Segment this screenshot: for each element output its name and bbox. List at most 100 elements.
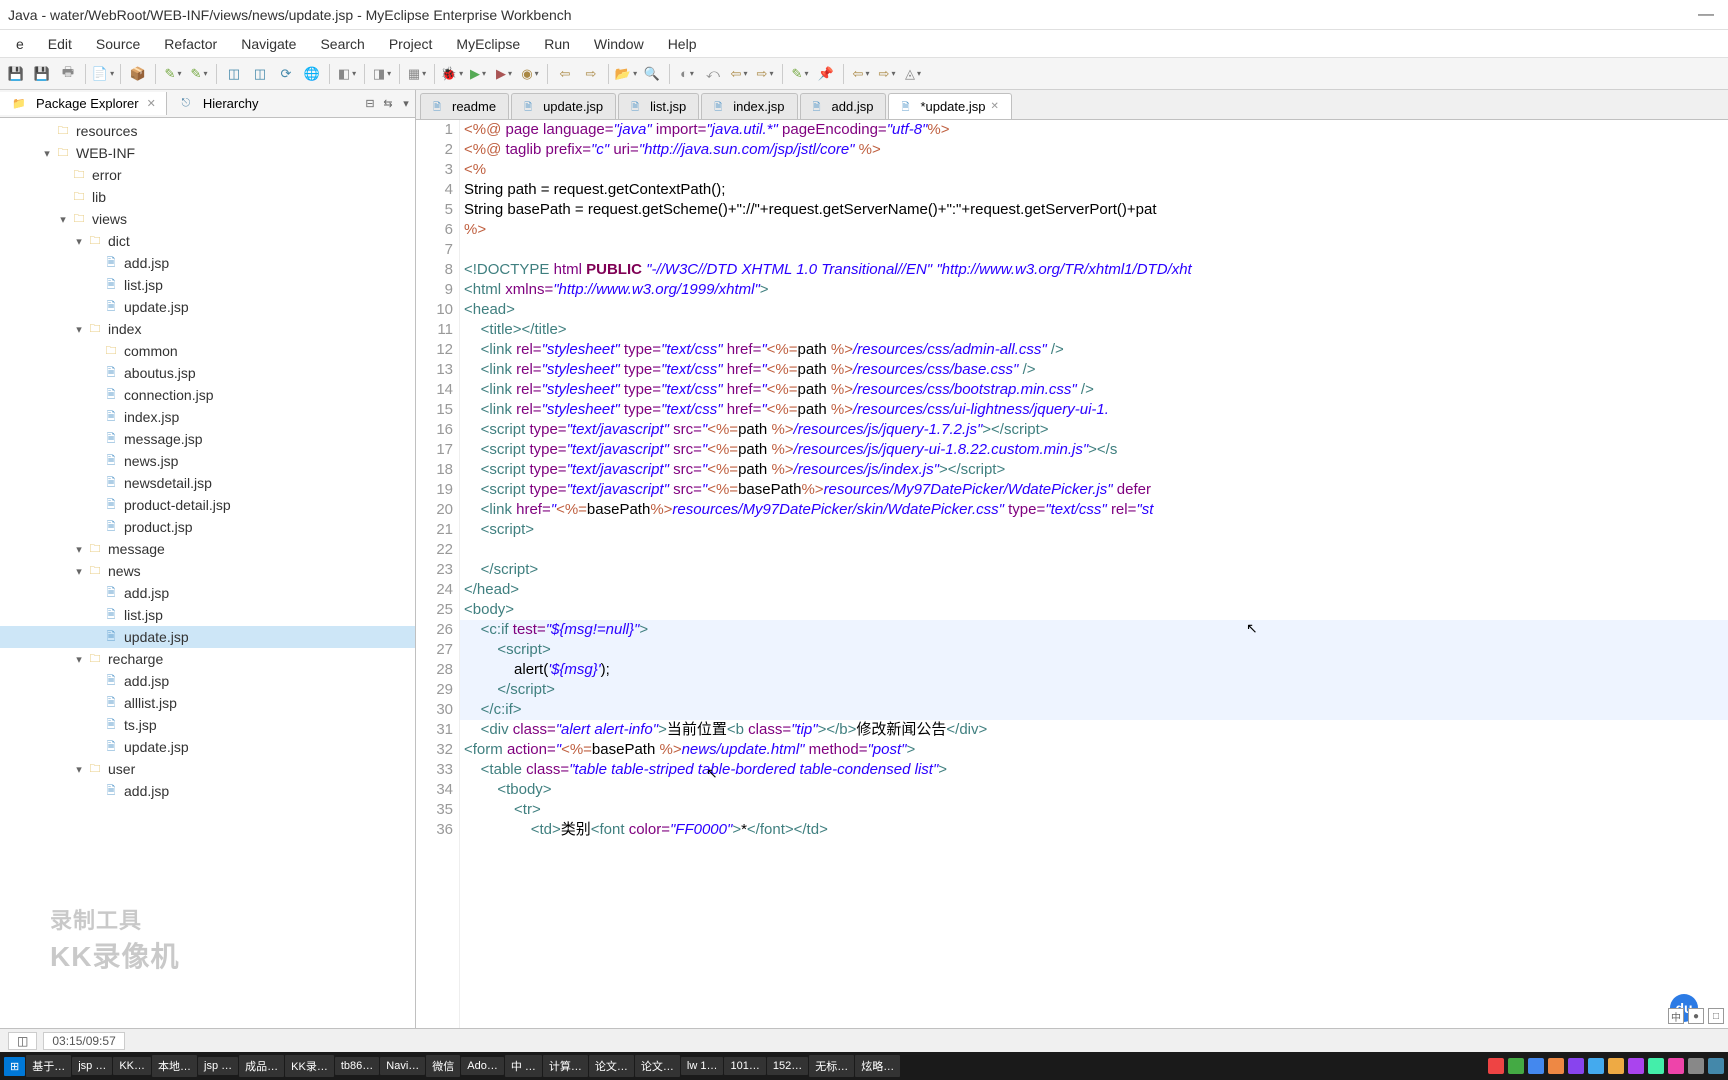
close-icon[interactable]: ✕ xyxy=(991,101,999,112)
taskbar-item[interactable]: 论文… xyxy=(589,1055,634,1077)
ime-toggle[interactable]: □ xyxy=(1708,1008,1724,1024)
menu-myeclipse[interactable]: MyEclipse xyxy=(444,32,532,56)
run-icon[interactable]: ▶ xyxy=(466,62,490,86)
menu-window[interactable]: Window xyxy=(582,32,656,56)
expander-icon[interactable]: ▾ xyxy=(72,235,86,248)
tree-item[interactable]: ▾🗀dict xyxy=(0,230,415,252)
taskbar-item[interactable]: 微信 xyxy=(426,1055,460,1077)
link-editor-icon[interactable]: ⇆ xyxy=(379,95,397,113)
code-area[interactable]: <%@ page language="java" import="java.ut… xyxy=(460,120,1728,1028)
nav-next-icon[interactable]: ⇨ xyxy=(875,62,899,86)
tree-item[interactable]: 🗎alllist.jsp xyxy=(0,692,415,714)
taskbar-item[interactable]: Ado… xyxy=(461,1057,504,1075)
tree-item[interactable]: 🗎aboutus.jsp xyxy=(0,362,415,384)
tree-item[interactable]: 🗎ts.jsp xyxy=(0,714,415,736)
debug-icon[interactable]: 🐞 xyxy=(440,62,464,86)
taskbar-item[interactable]: 中 … xyxy=(505,1055,542,1077)
system-tray[interactable] xyxy=(1488,1058,1724,1074)
tree-item[interactable]: ▾🗀recharge xyxy=(0,648,415,670)
new-icon[interactable]: 📄 xyxy=(91,62,115,86)
editor-tab[interactable]: 🗎index.jsp xyxy=(701,93,797,119)
build-icon[interactable]: 📦 xyxy=(126,62,150,86)
editor-tab[interactable]: 🗎update.jsp xyxy=(511,93,616,119)
fwd-history-icon[interactable]: ⇨ xyxy=(753,62,777,86)
view-menu-icon[interactable]: ▾ xyxy=(397,95,415,113)
taskbar-item[interactable]: Navi… xyxy=(380,1057,425,1075)
tray-icon[interactable] xyxy=(1508,1058,1524,1074)
taskbar-item[interactable]: 101… xyxy=(724,1057,765,1075)
tray-icon[interactable] xyxy=(1628,1058,1644,1074)
refresh-icon[interactable]: ⟳ xyxy=(274,62,298,86)
taskbar-item[interactable]: jsp … xyxy=(198,1057,238,1075)
tree-item[interactable]: 🗎add.jsp xyxy=(0,780,415,802)
close-icon[interactable]: ✕ xyxy=(147,97,156,110)
taskbar-item[interactable]: 152… xyxy=(767,1057,808,1075)
deploy-icon[interactable]: ◧ xyxy=(335,62,359,86)
tree-item[interactable]: 🗀error xyxy=(0,164,415,186)
tray-icon[interactable] xyxy=(1648,1058,1664,1074)
open-type-icon[interactable]: 📂 xyxy=(614,62,638,86)
tree-item[interactable]: 🗎update.jsp xyxy=(0,626,415,648)
menu-source[interactable]: Source xyxy=(84,32,152,56)
taskbar-item[interactable]: KK录… xyxy=(285,1055,334,1077)
editor-tab[interactable]: 🗎add.jsp xyxy=(800,93,887,119)
package-explorer-tree[interactable]: 🗀resources▾🗀WEB-INF🗀error🗀lib▾🗀views▾🗀di… xyxy=(0,118,415,1028)
taskbar-item[interactable]: 本地… xyxy=(152,1055,197,1077)
save-icon[interactable]: 💾 xyxy=(4,62,28,86)
taskbar-item[interactable]: tb86… xyxy=(335,1057,379,1075)
tree-item[interactable]: 🗎index.jsp xyxy=(0,406,415,428)
last-loc-icon[interactable]: ◬ xyxy=(901,62,925,86)
tree-item[interactable]: 🗀resources xyxy=(0,120,415,142)
ime-lang[interactable]: 中 xyxy=(1668,1008,1684,1024)
code-editor[interactable]: 1234567891011121314151617181920212223242… xyxy=(416,120,1728,1028)
taskbar-item[interactable]: lw 1… xyxy=(681,1057,724,1075)
taskbar-item[interactable]: 无标… xyxy=(809,1055,854,1077)
collapse-all-icon[interactable]: ⊟ xyxy=(361,95,379,113)
tray-icon[interactable] xyxy=(1708,1058,1724,1074)
tray-icon[interactable] xyxy=(1488,1058,1504,1074)
tree-item[interactable]: ▾🗀WEB-INF xyxy=(0,142,415,164)
taskbar-item[interactable]: 计算… xyxy=(543,1055,588,1077)
search-icon[interactable]: 🔍 xyxy=(640,62,664,86)
bookmark-icon[interactable]: ✎ xyxy=(788,62,812,86)
toggle-icon[interactable]: ◐ xyxy=(675,62,699,86)
tree-item[interactable]: 🗎update.jsp xyxy=(0,296,415,318)
nav-prev-icon[interactable]: ⇦ xyxy=(849,62,873,86)
wizard2-icon[interactable]: ✎ xyxy=(187,62,211,86)
globe-icon[interactable]: 🌐 xyxy=(300,62,324,86)
coverage-icon[interactable]: ◉ xyxy=(518,62,542,86)
tree-item[interactable]: 🗎product-detail.jsp xyxy=(0,494,415,516)
tray-icon[interactable] xyxy=(1608,1058,1624,1074)
wizard1-icon[interactable]: ✎ xyxy=(161,62,185,86)
menu-file[interactable]: e xyxy=(4,32,36,56)
launch-icon[interactable]: ◨ xyxy=(370,62,394,86)
taskbar-item[interactable]: 成品… xyxy=(239,1055,284,1077)
expander-icon[interactable]: ▾ xyxy=(72,653,86,666)
ime-controls[interactable]: 中 ● □ xyxy=(1668,1008,1724,1024)
expander-icon[interactable]: ▾ xyxy=(72,323,86,336)
menu-help[interactable]: Help xyxy=(656,32,709,56)
tree-item[interactable]: 🗎product.jsp xyxy=(0,516,415,538)
editor-tab[interactable]: 🗎list.jsp xyxy=(618,93,699,119)
expander-icon[interactable]: ▾ xyxy=(40,147,54,160)
tree-item[interactable]: 🗎list.jsp xyxy=(0,274,415,296)
ext-tools-icon[interactable]: ▶ xyxy=(492,62,516,86)
start-button[interactable]: ⊞ xyxy=(4,1057,25,1076)
open-perspective-icon[interactable]: ▦ xyxy=(405,62,429,86)
taskbar-item[interactable]: 基于… xyxy=(26,1055,71,1077)
menu-project[interactable]: Project xyxy=(377,32,445,56)
tree-item[interactable]: ▾🗀views xyxy=(0,208,415,230)
save-all-icon[interactable]: 💾 xyxy=(30,62,54,86)
menu-navigate[interactable]: Navigate xyxy=(229,32,308,56)
taskbar-item[interactable]: KK… xyxy=(113,1057,151,1075)
taskbar-item[interactable]: jsp … xyxy=(72,1057,112,1075)
tray-icon[interactable] xyxy=(1528,1058,1544,1074)
editor-tab[interactable]: 🗎readme xyxy=(420,93,509,119)
tree-item[interactable]: 🗎add.jsp xyxy=(0,582,415,604)
taskbar-item[interactable]: 论文… xyxy=(635,1055,680,1077)
tree-item[interactable]: 🗎add.jsp xyxy=(0,670,415,692)
tray-icon[interactable] xyxy=(1668,1058,1684,1074)
expander-icon[interactable]: ▾ xyxy=(56,213,70,226)
tray-icon[interactable] xyxy=(1588,1058,1604,1074)
taskbar-item[interactable]: 炫略… xyxy=(855,1055,900,1077)
